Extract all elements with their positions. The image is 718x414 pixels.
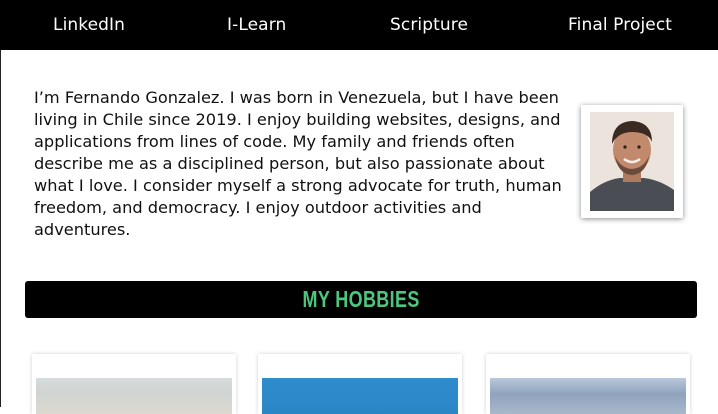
hobby-card-image [36,378,232,414]
hobby-card-image [490,378,686,414]
page-left-border [0,50,1,407]
hobbies-section-header: MY HOBBIES [25,281,697,318]
hobbies-title: MY HOBBIES [302,286,420,312]
nav-link-final-project[interactable]: Final Project [568,15,672,35]
hobby-card[interactable] [258,354,462,414]
top-navigation: LinkedIn I-Learn Scripture Final Project [0,0,718,50]
hobby-card-image [262,378,458,414]
profile-photo-frame [581,105,683,218]
nav-link-linkedin[interactable]: LinkedIn [53,15,125,35]
nav-link-scripture[interactable]: Scripture [390,15,468,35]
hobby-card[interactable] [32,354,236,414]
profile-photo [590,112,674,211]
nav-link-i-learn[interactable]: I-Learn [227,15,286,35]
profile-photo-image [590,112,674,211]
about-bio-text: I’m Fernando Gonzalez. I was born in Ven… [34,88,562,239]
hobby-card[interactable] [486,354,690,414]
